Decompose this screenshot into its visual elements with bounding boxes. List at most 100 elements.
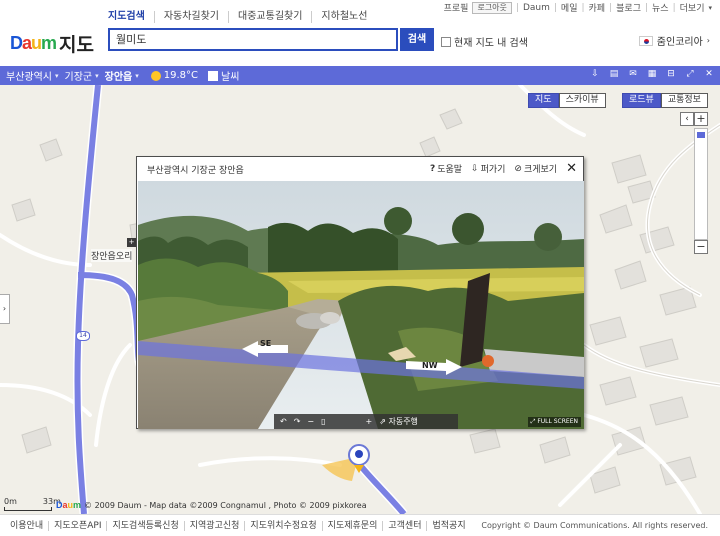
footer-link-guide[interactable]: 이용안내 bbox=[10, 521, 48, 531]
footer-link-legal[interactable]: 법적공지 bbox=[426, 520, 470, 531]
tab-car-route[interactable]: 자동차길찾기 bbox=[153, 11, 228, 23]
search-input[interactable]: 월미도 bbox=[108, 28, 398, 51]
download-icon[interactable]: ⇩ bbox=[590, 69, 600, 80]
top-link-daum[interactable]: Daum bbox=[523, 3, 550, 13]
chevron-right-icon: › bbox=[706, 36, 710, 45]
top-link-blog[interactable]: 블로그 bbox=[616, 1, 641, 14]
sidebar-toggle[interactable]: › bbox=[0, 294, 10, 324]
location-bar: 부산광역시 ▾ 기장군 ▾ 장안읍 ▾ 19.8°C 날씨 ⇩ ▤ ✉ ▦ ⊟ ⤢ ✕ bbox=[0, 66, 720, 85]
zoom-out-icon[interactable]: − bbox=[307, 417, 314, 426]
scale-label: 0m 33m bbox=[4, 497, 61, 506]
rotate-left-icon[interactable]: ↶ bbox=[280, 417, 287, 426]
tab-subway[interactable]: 지하철노선 bbox=[311, 11, 376, 23]
search-tabs: 지도검색 자동차길찾기 대중교통길찾기 지하철노선 bbox=[108, 11, 376, 23]
tab-transit-route[interactable]: 대중교통길찾기 bbox=[228, 11, 311, 23]
print-icon[interactable]: ▤ bbox=[609, 69, 619, 80]
autoplay-button[interactable]: ⇗ 자동주행 bbox=[379, 416, 418, 427]
roadview-panorama[interactable]: SE NW ↶ ↷ − ▯ + ⇗ 자동주행 ⤢ FULL SCREEN bbox=[138, 181, 584, 429]
search-button[interactable]: 검색 bbox=[400, 28, 434, 51]
hospital-icon[interactable]: + bbox=[127, 238, 136, 247]
roadview-title: 부산광역시 기장군 장안읍 bbox=[147, 166, 244, 176]
footer: 이용안내 지도오픈API 지도검색등록신청 지역광고신청 지도위치수정요청 지도… bbox=[0, 514, 720, 536]
footer-link-ad[interactable]: 지역광고신청 bbox=[183, 520, 245, 531]
footer-link-register[interactable]: 지도검색등록신청 bbox=[106, 520, 183, 531]
scale-bar bbox=[4, 507, 52, 511]
weather-checkbox[interactable] bbox=[208, 70, 219, 81]
zoom-bar-icon[interactable]: ▯ bbox=[321, 417, 325, 426]
footer-link-api[interactable]: 지도오픈API bbox=[48, 520, 106, 531]
close-icon[interactable]: ✕ bbox=[704, 69, 714, 80]
logo-title: 지도 bbox=[59, 34, 94, 56]
daum-logo[interactable]: Daum 지도 bbox=[10, 30, 94, 57]
crumb-county[interactable]: 기장군 ▾ bbox=[65, 68, 99, 84]
header: 프로필 로그아웃 | Daum | 메일 | 카페 | 블로그 | 뉴스 | 더… bbox=[0, 0, 720, 66]
direction-label-right: NW bbox=[422, 361, 438, 370]
footer-copyright: Copyright © Daum Communications. All rig… bbox=[481, 521, 708, 530]
top-link-news[interactable]: 뉴스 bbox=[652, 1, 669, 14]
crumb-city[interactable]: 부산광역시 ▾ bbox=[6, 68, 59, 84]
footer-link-support[interactable]: 고객센터 bbox=[382, 520, 426, 531]
roadview-header: 부산광역시 기장군 장안읍 ? 도움말 ⇩ 퍼가기 ⊘ 크게보기 ✕ bbox=[137, 157, 583, 181]
map-type-map[interactable]: 지도 bbox=[528, 93, 559, 108]
roadview-position-marker[interactable] bbox=[348, 444, 370, 466]
road-number-badge: 14 bbox=[76, 331, 90, 341]
weather-info: 19.8°C bbox=[150, 70, 199, 81]
logout-button[interactable]: 로그아웃 bbox=[472, 1, 512, 14]
roadview-controls: ↶ ↷ − ▯ + ⇗ 자동주행 bbox=[274, 414, 458, 429]
roadview-popup: 부산광역시 기장군 장안읍 ? 도움말 ⇩ 퍼가기 ⊘ 크게보기 ✕ SE NW… bbox=[136, 156, 584, 429]
keyboard-icon[interactable]: ▦ bbox=[647, 69, 657, 80]
region-label: 줌인코리아 bbox=[656, 37, 703, 48]
full-screen-button[interactable]: ⤢ FULL SCREEN bbox=[527, 417, 581, 427]
top-link-cafe[interactable]: 카페 bbox=[589, 1, 606, 14]
footer-link-partnership[interactable]: 지도제휴문의 bbox=[321, 520, 383, 531]
tab-map-search[interactable]: 지도검색 bbox=[108, 11, 154, 23]
overlay-type-group: 로드뷰 교통정보 bbox=[622, 93, 708, 108]
pan-left-button[interactable]: ‹ bbox=[680, 112, 694, 126]
weather-toggle[interactable]: 날씨 bbox=[208, 68, 239, 83]
chevron-down-icon[interactable]: ▾ bbox=[708, 4, 712, 12]
zoom-in-icon[interactable]: + bbox=[366, 417, 373, 426]
map-copyright: Daum © 2009 Daum - Map data ©2009 Congna… bbox=[56, 500, 367, 510]
zoom-slider[interactable] bbox=[694, 128, 708, 240]
crumb-town[interactable]: 장안읍 ▾ bbox=[105, 68, 139, 84]
local-search-option[interactable]: 현재 지도 내 검색 bbox=[441, 34, 528, 49]
daum-mini-logo: Daum bbox=[56, 500, 82, 510]
chevron-down-icon: ▾ bbox=[55, 71, 59, 80]
enlarge-button[interactable]: ⊘ 크게보기 bbox=[514, 162, 557, 176]
region-selector[interactable]: 줌인코리아 › bbox=[638, 33, 710, 48]
top-link-profile[interactable]: 프로필 bbox=[444, 1, 469, 14]
poi-label[interactable]: 장안읍오리 bbox=[91, 249, 133, 262]
question-icon: ? bbox=[429, 163, 436, 174]
sun-icon bbox=[150, 70, 161, 81]
map-type-traffic[interactable]: 교통정보 bbox=[660, 93, 708, 108]
footer-link-fix-location[interactable]: 지도위치수정요청 bbox=[244, 520, 321, 531]
mail-icon[interactable]: ✉ bbox=[628, 69, 638, 80]
local-search-checkbox[interactable] bbox=[441, 36, 451, 47]
map-type-roadview[interactable]: 로드뷰 bbox=[622, 93, 661, 108]
zoom-control: + − bbox=[694, 112, 708, 254]
map-type-skyview[interactable]: 스카이뷰 bbox=[558, 93, 606, 108]
map-type-group: 지도 스카이뷰 bbox=[528, 93, 606, 108]
link-icon: ⊘ bbox=[514, 163, 522, 174]
chevron-down-icon: ▾ bbox=[135, 71, 139, 80]
zoom-slider-handle[interactable] bbox=[697, 132, 705, 138]
close-icon[interactable]: ✕ bbox=[566, 161, 577, 176]
zoom-in-button[interactable]: + bbox=[694, 112, 708, 126]
zoom-out-button[interactable]: − bbox=[694, 240, 708, 254]
map-tools: ⇩ ▤ ✉ ▦ ⊟ ⤢ ✕ bbox=[590, 69, 714, 80]
rotate-right-icon[interactable]: ↷ bbox=[294, 417, 301, 426]
fullscreen-icon[interactable]: ⤢ bbox=[685, 69, 695, 80]
temperature: 19.8°C bbox=[163, 70, 199, 81]
link-icon[interactable]: ⊟ bbox=[666, 69, 676, 80]
help-button[interactable]: ? 도움말 bbox=[429, 162, 462, 176]
korea-flag-icon bbox=[638, 35, 653, 46]
local-search-label: 현재 지도 내 검색 bbox=[454, 38, 528, 49]
top-link-mail[interactable]: 메일 bbox=[561, 1, 578, 14]
roadview-tools: ? 도움말 ⇩ 퍼가기 ⊘ 크게보기 ✕ bbox=[430, 161, 577, 176]
logo-brand: Daum bbox=[10, 33, 57, 53]
weather-label: 날씨 bbox=[221, 72, 240, 83]
direction-label-left: SE bbox=[260, 339, 272, 348]
top-link-more[interactable]: 더보기 bbox=[680, 1, 705, 14]
download-icon: ⇩ bbox=[471, 163, 479, 174]
embed-button[interactable]: ⇩ 퍼가기 bbox=[471, 162, 505, 176]
